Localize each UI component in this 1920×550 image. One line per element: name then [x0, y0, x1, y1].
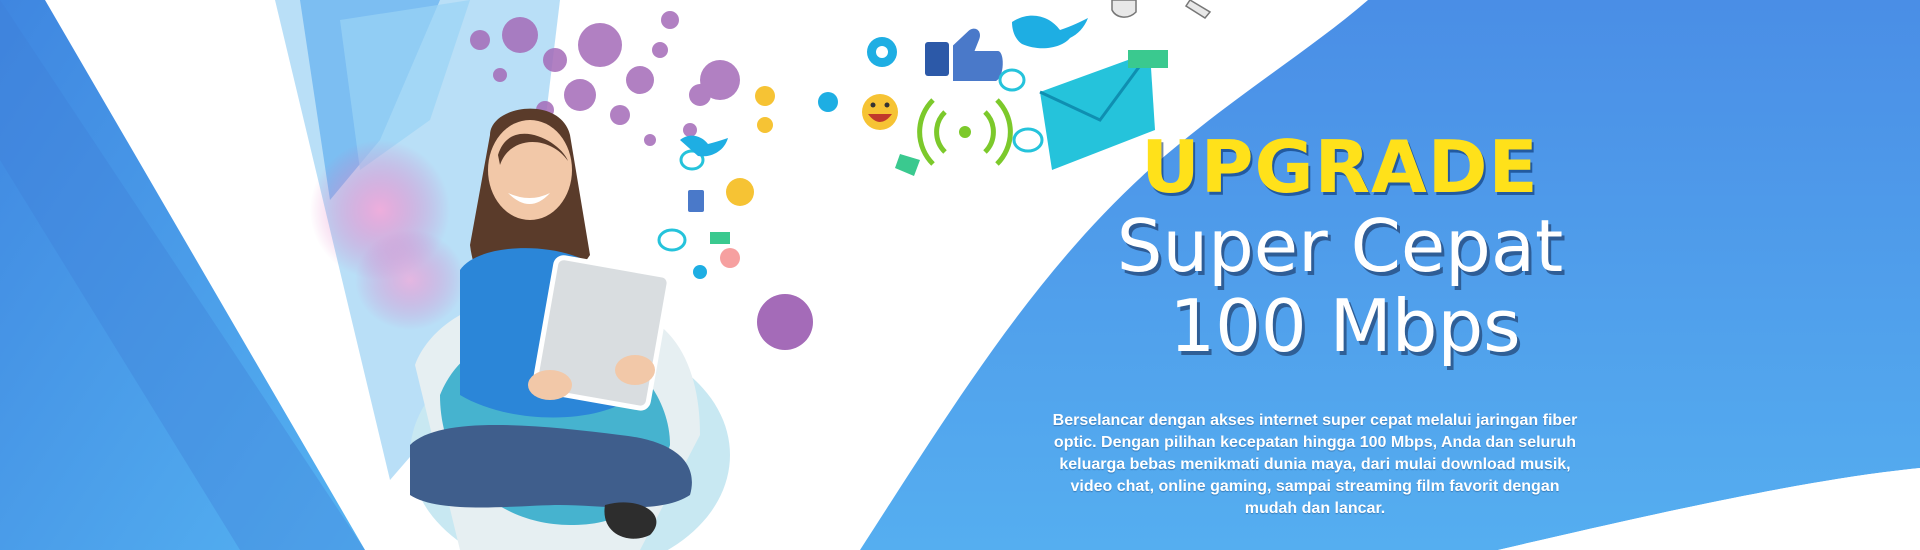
- headline-speed: Super Cepat: [1116, 204, 1564, 288]
- hand-cursor-icon: [1111, 0, 1212, 19]
- thumbs-up-icon: [925, 26, 1005, 83]
- location-pin-icon: [867, 37, 897, 67]
- twitter-bird-icon: [1012, 15, 1088, 49]
- hero-banner: UPGRADE Super Cepat 100 Mbps Berselancar…: [0, 0, 1920, 550]
- headline-upgrade: UPGRADE: [1141, 125, 1539, 209]
- purple-bubble-large: [757, 294, 813, 350]
- smiley-icon: [862, 94, 898, 130]
- headline-bandwidth: 100 Mbps: [1169, 284, 1521, 368]
- headline-block: UPGRADE Super Cepat 100 Mbps: [1080, 128, 1600, 366]
- banner-description: Berselancar dengan akses internet super …: [1052, 412, 1578, 517]
- banner-background: [0, 0, 1920, 550]
- woman-with-tablet-illustration: [410, 108, 730, 550]
- wifi-signal-icon: [917, 98, 1013, 166]
